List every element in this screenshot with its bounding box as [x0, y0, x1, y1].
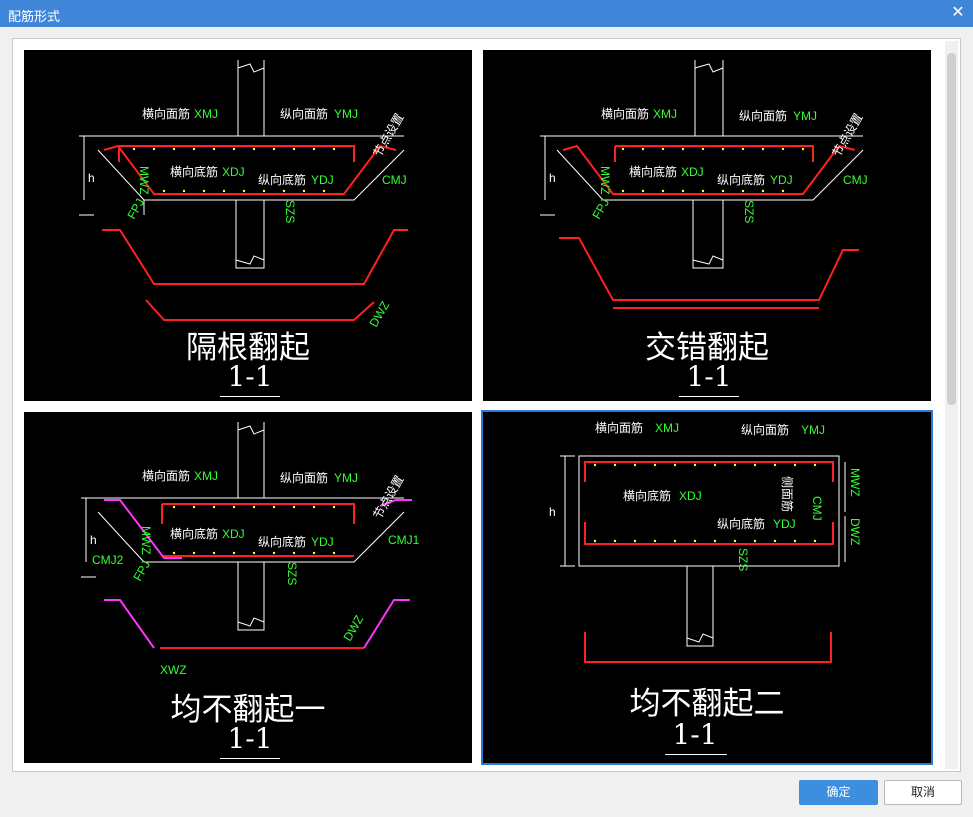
code-xmj: XMJ	[655, 421, 679, 435]
option-card-no-bend-one[interactable]: 横向面筋 XMJ 纵向面筋 YMJ 横向底筋 XDJ 纵向底筋 YDJ 节点设置…	[22, 410, 474, 765]
code-ymj: YMJ	[801, 423, 825, 437]
label-top-longitudinal: 纵向面筋	[280, 106, 328, 121]
code-ydj: YDJ	[311, 173, 334, 187]
section-label: 1-1	[672, 718, 718, 751]
options-panel: 横向面筋 XMJ 纵向面筋 YMJ 横向底筋 XDJ 纵向底筋 YDJ 节点设置…	[12, 38, 961, 772]
cancel-button[interactable]: 取消	[884, 780, 962, 805]
ok-button[interactable]: 确定	[799, 780, 878, 805]
label-dwz: DWZ	[848, 518, 862, 545]
label-h: h	[90, 533, 97, 547]
option-caption: 均不翻起二	[629, 686, 785, 722]
title-bar: 配筋形式 ✕	[0, 0, 973, 27]
code-ymj: YMJ	[334, 107, 358, 121]
label-top-transverse: 横向面筋	[595, 420, 643, 435]
code-xmj: XMJ	[194, 107, 218, 121]
code-ymj: YMJ	[793, 109, 817, 123]
label-h: h	[549, 171, 556, 185]
label-top-longitudinal: 纵向面筋	[739, 108, 787, 123]
code-xmj: XMJ	[194, 469, 218, 483]
code-xmj: XMJ	[653, 107, 677, 121]
vertical-scrollbar[interactable]	[945, 41, 958, 769]
label-szs: SZS	[742, 200, 756, 223]
label-cmj2: CMJ2	[92, 553, 124, 567]
option-card-alternate-bend[interactable]: 横向面筋 XMJ 纵向面筋 YMJ 横向底筋 XDJ 纵向底筋 YDJ 节点设置…	[22, 48, 474, 403]
section-underline	[220, 396, 280, 397]
label-xwz: XWZ	[160, 663, 187, 677]
label-top-longitudinal: 纵向面筋	[280, 470, 328, 485]
scrollbar-thumb[interactable]	[947, 53, 956, 405]
section-underline	[220, 758, 280, 759]
label-cmj: CMJ	[810, 496, 824, 521]
label-dwz: DWZ	[340, 613, 366, 644]
label-szs: SZS	[736, 548, 750, 571]
label-mwz: MWZ	[139, 526, 153, 555]
code-ydj: YDJ	[311, 535, 334, 549]
code-xdj: XDJ	[222, 165, 245, 179]
label-bottom-transverse: 横向底筋	[170, 164, 218, 179]
label-side-face: 侧面筋	[780, 476, 795, 512]
code-ydj: YDJ	[770, 173, 793, 187]
option-card-no-bend-two[interactable]: 横向面筋 XMJ 纵向面筋 YMJ 横向底筋 XDJ 纵向底筋 YDJ 侧面筋 …	[481, 410, 933, 765]
label-bottom-longitudinal: 纵向底筋	[717, 172, 765, 187]
label-bottom-longitudinal: 纵向底筋	[258, 172, 306, 187]
section-label: 1-1	[686, 360, 732, 393]
label-h: h	[88, 171, 95, 185]
section-label: 1-1	[227, 360, 273, 393]
code-xdj: XDJ	[222, 527, 245, 541]
label-h: h	[549, 505, 556, 519]
label-cmj1: CMJ1	[388, 533, 420, 547]
label-mwz: MWZ	[137, 166, 151, 195]
label-mwz: MWZ	[598, 166, 612, 195]
label-mwz: MWZ	[848, 468, 862, 497]
section-label: 1-1	[227, 722, 273, 755]
label-top-transverse: 横向面筋	[601, 106, 649, 121]
rebar-form-dialog: 配筋形式 ✕ 横向面筋 XMJ 纵向面筋 YMJ 横向底筋 XDJ 纵向底筋 Y…	[0, 0, 973, 817]
label-szs: SZS	[283, 200, 297, 223]
label-bottom-transverse: 横向底筋	[170, 526, 218, 541]
label-bottom-longitudinal: 纵向底筋	[717, 516, 765, 531]
label-top-transverse: 横向面筋	[142, 106, 190, 121]
options-grid: 横向面筋 XMJ 纵向面筋 YMJ 横向底筋 XDJ 纵向底筋 YDJ 节点设置…	[13, 39, 947, 771]
label-bottom-transverse: 横向底筋	[623, 488, 671, 503]
dialog-title: 配筋形式	[8, 9, 61, 24]
label-cmj: CMJ	[843, 173, 868, 187]
code-xdj: XDJ	[679, 489, 702, 503]
code-xdj: XDJ	[681, 165, 704, 179]
label-cmj: CMJ	[382, 173, 407, 187]
section-underline	[665, 754, 727, 755]
label-top-longitudinal: 纵向面筋	[741, 422, 789, 437]
close-icon[interactable]: ✕	[949, 3, 967, 23]
label-bottom-transverse: 横向底筋	[629, 164, 677, 179]
label-szs: SZS	[285, 562, 299, 585]
code-ymj: YMJ	[334, 471, 358, 485]
option-card-staggered-bend[interactable]: 横向面筋 XMJ 纵向面筋 YMJ 横向底筋 XDJ 纵向底筋 YDJ 节点设置…	[481, 48, 933, 403]
label-top-transverse: 横向面筋	[142, 468, 190, 483]
code-ydj: YDJ	[773, 517, 796, 531]
label-bottom-longitudinal: 纵向底筋	[258, 534, 306, 549]
section-underline	[679, 396, 739, 397]
